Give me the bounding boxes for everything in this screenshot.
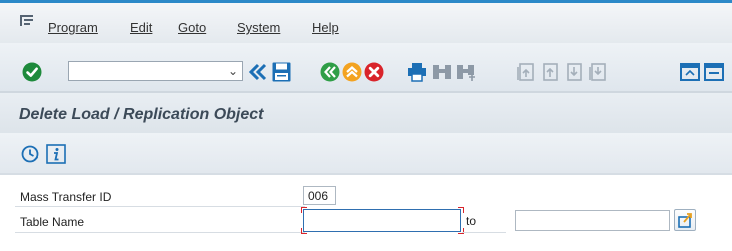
required-corner-bottom-left	[301, 228, 307, 234]
menu-edit[interactable]: Edit	[130, 21, 152, 35]
info-icon[interactable]	[46, 144, 66, 164]
required-corner-top-right	[458, 207, 464, 213]
menu-help-label: Help	[312, 20, 339, 35]
execute-icon[interactable]	[20, 144, 40, 164]
create-session-icon[interactable]	[680, 62, 700, 82]
mass-transfer-label: Mass Transfer ID	[20, 190, 112, 204]
print-icon[interactable]	[407, 62, 427, 82]
menu-system[interactable]: System	[237, 21, 280, 35]
cancel-icon[interactable]	[364, 62, 384, 82]
page-title: Delete Load / Replication Object	[19, 106, 264, 123]
menu-goto[interactable]: Goto	[178, 21, 206, 35]
back-green-icon[interactable]	[320, 62, 340, 82]
content-divider	[0, 173, 732, 175]
menu-edit-label: Edit	[130, 20, 153, 35]
menu-bar	[0, 3, 732, 43]
back-icon[interactable]	[248, 62, 268, 82]
mass-transfer-field[interactable]: 006	[303, 186, 336, 205]
menu-icon[interactable]	[20, 15, 33, 26]
command-field[interactable]	[68, 61, 243, 81]
row-separator	[15, 206, 305, 207]
shortcut-icon[interactable]	[704, 62, 724, 82]
mass-transfer-value: 006	[308, 189, 329, 203]
first-page-icon[interactable]	[516, 62, 536, 82]
multiple-selection-button[interactable]	[674, 209, 696, 231]
multiple-selection-icon	[678, 213, 692, 228]
table-name-label: Table Name	[20, 215, 85, 229]
next-page-icon[interactable]	[564, 62, 584, 82]
exit-icon[interactable]	[342, 62, 362, 82]
save-icon[interactable]	[272, 62, 291, 82]
last-page-icon[interactable]	[588, 62, 608, 82]
range-to-label: to	[466, 214, 477, 228]
row-separator	[462, 232, 506, 233]
required-corner-top-left	[301, 207, 307, 213]
required-corner-bottom-right	[458, 228, 464, 234]
table-name-from-field[interactable]	[303, 209, 461, 232]
menu-help[interactable]: Help	[312, 21, 339, 35]
find-next-icon[interactable]	[456, 62, 476, 82]
previous-page-icon[interactable]	[540, 62, 560, 82]
menu-system-label: System	[237, 20, 281, 35]
table-name-to-field[interactable]	[515, 210, 670, 231]
row-separator	[15, 232, 305, 233]
enter-icon[interactable]	[22, 62, 42, 82]
menu-program-label: Program	[48, 20, 98, 35]
application-toolbar	[0, 133, 732, 173]
find-icon[interactable]	[432, 62, 452, 82]
menu-program[interactable]: Program	[48, 21, 98, 35]
command-dropdown-icon[interactable]: ⌄	[225, 63, 241, 79]
menu-goto-label: Goto	[178, 20, 207, 35]
